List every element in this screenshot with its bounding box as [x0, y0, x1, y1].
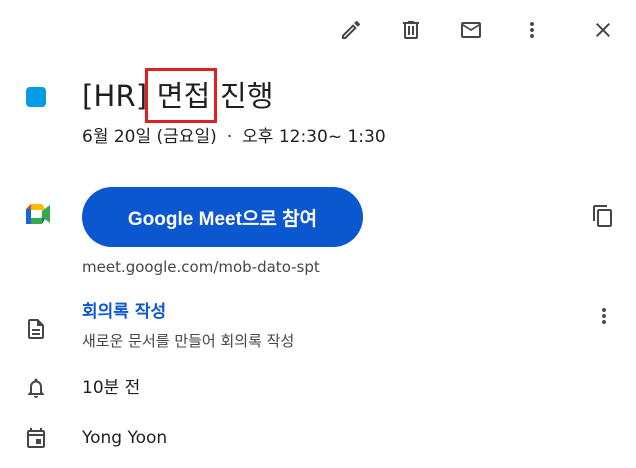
- event-datetime: 6월 20일 (금요일) · 오후 12:30~ 1:30: [82, 125, 386, 149]
- document-icon: [24, 317, 48, 341]
- google-meet-icon: [24, 202, 52, 226]
- copy-meet-link-button[interactable]: [583, 196, 623, 236]
- meeting-notes-description: 새로운 문서를 만들어 회의록 작성: [82, 332, 295, 350]
- mail-icon: [461, 22, 481, 38]
- more-vert-icon: [530, 22, 534, 38]
- more-options-button[interactable]: [512, 10, 552, 50]
- calendar-icon: [24, 426, 48, 450]
- datetime-separator: ·: [226, 127, 233, 147]
- take-meeting-notes-link[interactable]: 회의록 작성: [82, 300, 166, 324]
- pencil-icon: [342, 20, 361, 39]
- bell-icon: [24, 376, 48, 400]
- reminder-text: 10분 전: [82, 378, 141, 398]
- delete-button[interactable]: [391, 10, 431, 50]
- trash-icon: [403, 21, 419, 39]
- event-date: 6월 20일 (금요일): [82, 127, 217, 147]
- notes-more-options-button[interactable]: [584, 296, 624, 336]
- calendar-owner: Yong Yoon: [82, 428, 168, 448]
- event-time: 오후 12:30~ 1:30: [242, 127, 386, 147]
- close-button[interactable]: [583, 10, 623, 50]
- edit-button[interactable]: [331, 10, 371, 50]
- calendar-color-swatch: [26, 87, 46, 107]
- email-guests-button[interactable]: [451, 10, 491, 50]
- join-google-meet-button[interactable]: Google Meet으로 참여: [82, 187, 363, 247]
- more-vert-icon: [602, 308, 606, 324]
- close-icon: [596, 23, 610, 37]
- highlight-annotation-box: [145, 68, 217, 123]
- meet-url: meet.google.com/mob-dato-spt: [82, 258, 320, 276]
- copy-icon: [593, 205, 612, 227]
